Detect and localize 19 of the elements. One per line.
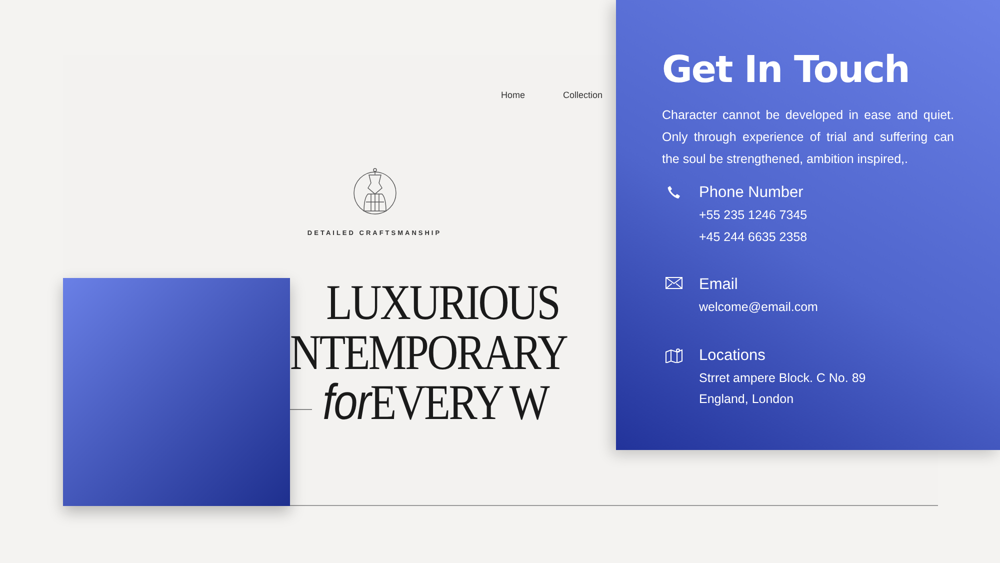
contact-detail: England, London xyxy=(699,391,795,408)
dress-form-icon xyxy=(352,166,396,216)
contact-detail: +45 244 6635 2358 xyxy=(699,228,808,246)
panel-text: Character cannot be developed in ease and quiet. Only through experience of trial and suffering can the soul be strengthened, ambition inspired,. xyxy=(662,107,954,168)
contact-detail: +55 235 1246 7345 xyxy=(699,207,808,224)
nav-link[interactable]: Home xyxy=(501,90,526,100)
contact-heading: Phone Number xyxy=(699,183,804,203)
contact-detail: Strret ampere Block. C No. 89 xyxy=(699,370,866,387)
headline-line: NTEMPORARY xyxy=(290,327,568,377)
map-icon xyxy=(665,348,683,362)
headline-line: LUXURIOUS xyxy=(325,277,560,327)
contact-detail: welcome@email.com xyxy=(699,299,818,316)
headline-line: forEVERY W xyxy=(322,377,550,427)
phone-icon xyxy=(665,185,683,199)
contact-heading: Locations xyxy=(699,346,766,366)
contact-heading: Email xyxy=(699,275,739,295)
envelope-icon xyxy=(665,277,683,289)
nav-link[interactable]: Collection xyxy=(563,90,603,100)
panel-title: Get In Touch xyxy=(662,48,910,92)
